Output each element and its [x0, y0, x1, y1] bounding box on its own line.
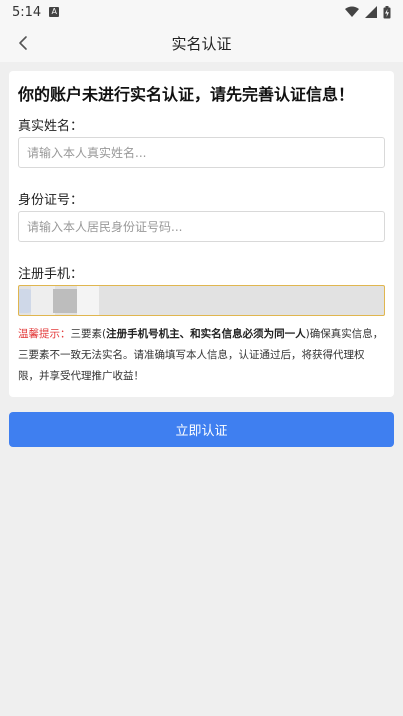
form-heading: 你的账户未进行实名认证，请先完善认证信息！ — [18, 85, 355, 104]
id-number-label: 身份证号： — [18, 193, 84, 208]
page-title: 实名认证 — [171, 34, 232, 53]
id-number-input[interactable] — [18, 211, 385, 242]
tip-text-before: 三要素( — [70, 328, 107, 340]
back-button[interactable] — [12, 32, 34, 54]
phone-input[interactable] — [18, 285, 385, 316]
real-name-input[interactable] — [18, 137, 385, 168]
tip-label: 温馨提示： — [18, 328, 71, 340]
nav-bar: 实名认证 — [0, 24, 403, 62]
phone-label: 注册手机： — [18, 267, 84, 282]
status-icons — [345, 5, 391, 19]
tip-text: 温馨提示：三要素(注册手机号机主、和实名信息必须为同一人)确保真实信息，三要素不… — [18, 324, 385, 387]
name-label: 真实姓名： — [18, 119, 84, 134]
redacted-block — [77, 286, 99, 315]
redacted-block — [53, 289, 77, 313]
notification-badge: A — [49, 7, 60, 17]
wifi-icon — [345, 6, 359, 17]
verification-form-card: 你的账户未进行实名认证，请先完善认证信息！ 真实姓名： 身份证号： 注册手机： … — [9, 71, 394, 397]
tip-text-bold: 注册手机号机主、和实名信息必须为同一人 — [106, 328, 306, 340]
chevron-left-icon — [19, 36, 27, 50]
battery-icon — [383, 5, 391, 18]
status-bar: 5:14 A — [0, 0, 403, 24]
redacted-block — [31, 286, 55, 315]
status-time: 5:14 — [12, 4, 42, 20]
verify-now-button[interactable]: 立即认证 — [9, 412, 394, 447]
signal-icon — [365, 6, 377, 18]
